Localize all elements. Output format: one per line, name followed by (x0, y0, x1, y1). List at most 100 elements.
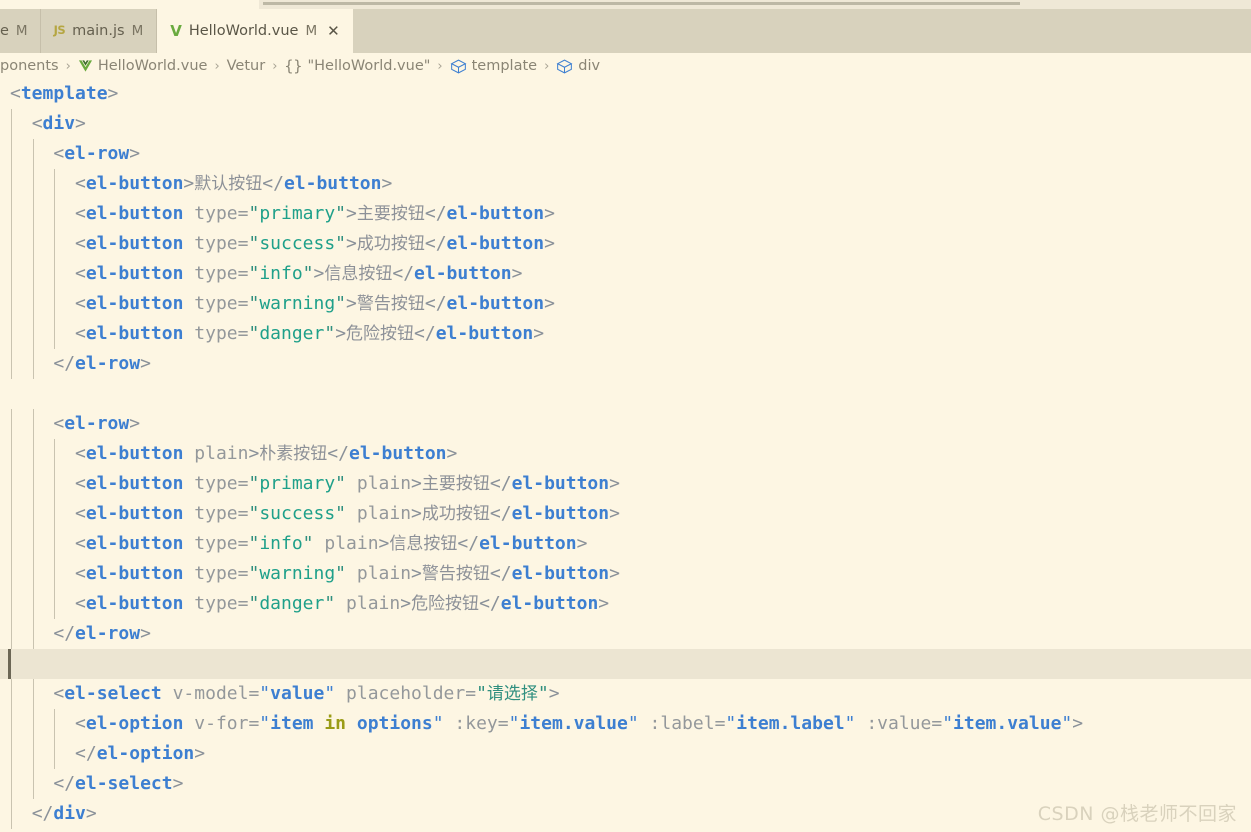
code-line-content: </el-select> (10, 773, 183, 794)
breadcrumb-separator-icon: › (66, 59, 71, 74)
breadcrumb-separator-icon: › (214, 59, 219, 74)
indent-guide (11, 559, 12, 589)
indent-guide (33, 259, 34, 289)
code-line[interactable]: </el-option> (0, 739, 1251, 769)
breadcrumb-item[interactable]: ponents (0, 58, 59, 74)
editor-tab-helloworld[interactable]: VHelloWorld.vueM✕ (157, 9, 353, 53)
indent-guide (33, 769, 34, 799)
indent-guide (54, 499, 55, 529)
vue-file-icon (78, 59, 93, 73)
breadcrumb-item-label: ponents (0, 58, 59, 74)
indent-guide (33, 169, 34, 199)
code-line-content: <el-button type="primary" plain>主要按钮</el… (10, 473, 620, 494)
code-line-content: <el-select v-model="value" placeholder="… (10, 683, 560, 704)
cube-symbol-icon (450, 59, 467, 74)
cube-symbol-icon (556, 59, 573, 74)
editor-tab-bar: eMJSmain.jsMVHelloWorld.vueM✕ (0, 9, 1251, 53)
indent-guide (11, 799, 12, 829)
indent-guide (54, 289, 55, 319)
indent-guide (33, 199, 34, 229)
indent-guide (54, 319, 55, 349)
code-line[interactable]: </el-select> (0, 769, 1251, 799)
editor-tab-partial[interactable]: eM (0, 9, 41, 53)
close-icon[interactable]: ✕ (327, 24, 340, 39)
editor-tab-modified-badge: M (305, 23, 317, 39)
breadcrumb-item[interactable]: div (556, 58, 600, 74)
indent-guide (11, 709, 12, 739)
code-line[interactable]: <el-button type="danger">危险按钮</el-button… (0, 319, 1251, 349)
indent-guide (11, 319, 12, 349)
indent-guide (54, 709, 55, 739)
code-line[interactable]: <el-button type="primary">主要按钮</el-butto… (0, 199, 1251, 229)
code-line[interactable]: <el-button type="warning" plain>警告按钮</el… (0, 559, 1251, 589)
code-line[interactable]: <el-button plain>朴素按钮</el-button> (0, 439, 1251, 469)
vue-file-icon: V (170, 24, 182, 39)
indent-guide (33, 139, 34, 169)
code-line[interactable] (0, 379, 1251, 409)
indent-guide (33, 289, 34, 319)
editor-tab-label: e (0, 23, 9, 39)
editor-tab-mainjs[interactable]: JSmain.jsM (41, 9, 158, 53)
indent-guide (33, 469, 34, 499)
code-line-content: <el-option v-for="item in options" :key=… (10, 713, 1083, 734)
indent-guide (33, 229, 34, 259)
code-line[interactable]: <el-row> (0, 409, 1251, 439)
indent-guide (33, 319, 34, 349)
code-line[interactable]: <el-button type="info">信息按钮</el-button> (0, 259, 1251, 289)
breadcrumb-item-label: div (578, 58, 600, 74)
breadcrumb-item[interactable]: HelloWorld.vue (78, 58, 208, 74)
code-line[interactable]: </el-row> (0, 619, 1251, 649)
indent-guide (11, 139, 12, 169)
breadcrumb-item[interactable]: template (450, 58, 537, 74)
code-line-content: <el-button type="warning" plain>警告按钮</el… (10, 563, 620, 584)
code-line[interactable]: <el-button type="warning">警告按钮</el-butto… (0, 289, 1251, 319)
code-line[interactable]: <el-button type="danger" plain>危险按钮</el-… (0, 589, 1251, 619)
top-strip (0, 0, 1251, 9)
editor-tab-modified-badge: M (132, 23, 144, 39)
indent-guide (11, 349, 12, 379)
indent-guide (11, 169, 12, 199)
breadcrumb-item[interactable]: Vetur (227, 58, 266, 74)
indent-guide (54, 259, 55, 289)
code-line[interactable]: <template> (0, 79, 1251, 109)
code-line[interactable]: <el-button type="info" plain>信息按钮</el-bu… (0, 529, 1251, 559)
code-line[interactable] (0, 649, 1251, 679)
code-line-content: <el-button type="danger">危险按钮</el-button… (10, 323, 544, 344)
code-line-content: <el-row> (10, 413, 140, 434)
code-line-content: </div> (10, 803, 97, 824)
code-line[interactable]: <div> (0, 109, 1251, 139)
code-line[interactable]: <el-button type="success">成功按钮</el-butto… (0, 229, 1251, 259)
breadcrumb-item-label: "HelloWorld.vue" (307, 58, 430, 74)
code-line-content: <el-button type="info">信息按钮</el-button> (10, 263, 522, 284)
indent-guide (54, 529, 55, 559)
json-braces-icon: {} (284, 57, 302, 75)
code-line-content: <el-button type="primary">主要按钮</el-butto… (10, 203, 555, 224)
code-line[interactable]: <el-button>默认按钮</el-button> (0, 169, 1251, 199)
code-line[interactable]: <el-button type="primary" plain>主要按钮</el… (0, 469, 1251, 499)
indent-guide (33, 439, 34, 469)
horizontal-scrollbar-thumb[interactable] (263, 2, 1020, 5)
code-line[interactable]: <el-option v-for="item in options" :key=… (0, 709, 1251, 739)
indent-guide (54, 469, 55, 499)
code-line[interactable]: </el-row> (0, 349, 1251, 379)
code-editor[interactable]: <template> <div> <el-row> <el-button>默认按… (0, 79, 1251, 832)
code-line[interactable]: <el-button type="success" plain>成功按钮</el… (0, 499, 1251, 529)
indent-guide (54, 559, 55, 589)
code-line-content: <el-button type="danger" plain>危险按钮</el-… (10, 593, 609, 614)
code-line-content: <el-button type="success" plain>成功按钮</el… (10, 503, 620, 524)
editor-tab-modified-badge: M (16, 23, 28, 39)
editor-tab-label: main.js (72, 23, 124, 39)
indent-guide (54, 199, 55, 229)
breadcrumb-item-label: Vetur (227, 58, 266, 74)
tab-bar-empty-area (354, 9, 1251, 53)
indent-guide (11, 109, 12, 139)
indent-guide (11, 769, 12, 799)
code-line-content: </el-row> (10, 623, 151, 644)
indent-guide (11, 739, 12, 769)
indent-guide (11, 289, 12, 319)
code-line[interactable]: <el-select v-model="value" placeholder="… (0, 679, 1251, 709)
indent-guide (11, 469, 12, 499)
code-line[interactable]: <el-row> (0, 139, 1251, 169)
code-line-content: <el-button type="info" plain>信息按钮</el-bu… (10, 533, 587, 554)
breadcrumb-item[interactable]: {} "HelloWorld.vue" (284, 57, 430, 75)
